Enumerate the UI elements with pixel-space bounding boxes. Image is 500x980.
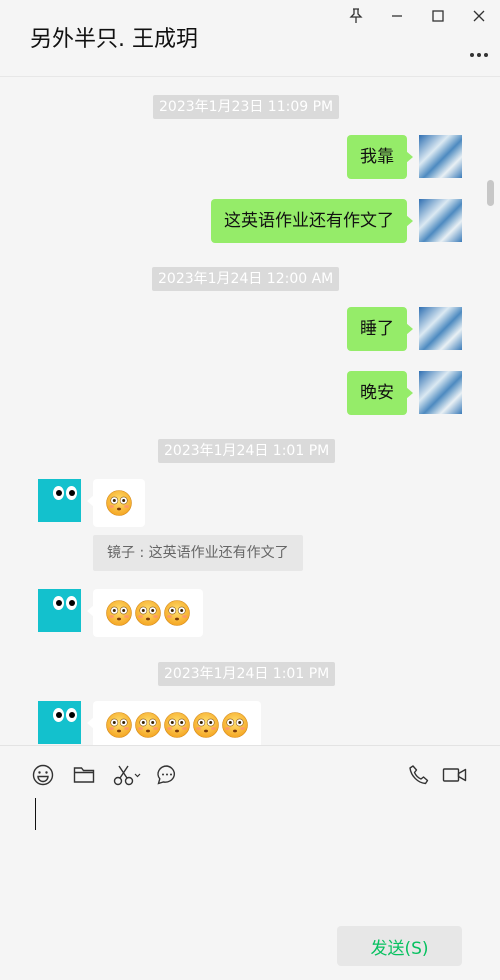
timestamp: 2023年1月24日 1:01 PM: [158, 662, 336, 686]
received-emoji-message[interactable]: [87, 479, 145, 527]
sent-message[interactable]: 这英语作业还有作文了: [211, 199, 413, 243]
sent-message[interactable]: 晚安: [347, 371, 413, 415]
quoted-message[interactable]: 镜子 : 这英语作业还有作文了: [93, 535, 303, 571]
timestamp: 2023年1月24日 12:00 AM: [152, 267, 340, 291]
flushed-face-emoji: [192, 711, 220, 739]
phone-icon[interactable]: [407, 763, 431, 787]
close-icon[interactable]: [468, 5, 490, 27]
flushed-face-emoji: [105, 599, 133, 627]
message-list[interactable]: 2023年1月23日 11:09 PM 我靠 这英语作业还有作文了 2023年1…: [0, 78, 500, 745]
emoji-icon[interactable]: [31, 763, 55, 787]
scrollbar-thumb[interactable]: [487, 180, 494, 206]
sent-message[interactable]: 睡了: [347, 307, 413, 351]
flushed-face-emoji: [163, 711, 191, 739]
flushed-face-emoji: [221, 711, 249, 739]
chat-bubble-icon[interactable]: [155, 763, 179, 787]
folder-icon[interactable]: [72, 763, 96, 787]
scissors-icon[interactable]: [112, 763, 142, 787]
contact-avatar[interactable]: [38, 701, 81, 744]
flushed-face-emoji: [105, 711, 133, 739]
timestamp: 2023年1月24日 1:01 PM: [158, 439, 336, 463]
flushed-face-emoji: [134, 711, 162, 739]
message-composer: 发送(S): [0, 745, 500, 980]
flushed-face-emoji: [105, 489, 133, 517]
my-avatar[interactable]: [419, 135, 462, 178]
title-bar: 另外半只. 王成玥: [0, 0, 500, 77]
received-emoji-message[interactable]: [87, 589, 203, 637]
minimize-icon[interactable]: [386, 5, 408, 27]
pin-icon[interactable]: [345, 5, 367, 27]
my-avatar[interactable]: [419, 199, 462, 242]
message-input[interactable]: [35, 798, 36, 830]
my-avatar[interactable]: [419, 371, 462, 414]
flushed-face-emoji: [134, 599, 162, 627]
flushed-face-emoji: [163, 599, 191, 627]
maximize-icon[interactable]: [427, 5, 449, 27]
more-icon[interactable]: [469, 44, 489, 57]
contact-avatar[interactable]: [38, 589, 81, 632]
send-button[interactable]: 发送(S): [337, 926, 462, 966]
timestamp: 2023年1月23日 11:09 PM: [153, 95, 340, 119]
chat-title: 另外半只. 王成玥: [30, 27, 198, 52]
received-emoji-message[interactable]: [87, 701, 261, 745]
contact-avatar[interactable]: [38, 479, 81, 522]
sent-message[interactable]: 我靠: [347, 135, 413, 179]
my-avatar[interactable]: [419, 307, 462, 350]
video-icon[interactable]: [442, 763, 468, 787]
